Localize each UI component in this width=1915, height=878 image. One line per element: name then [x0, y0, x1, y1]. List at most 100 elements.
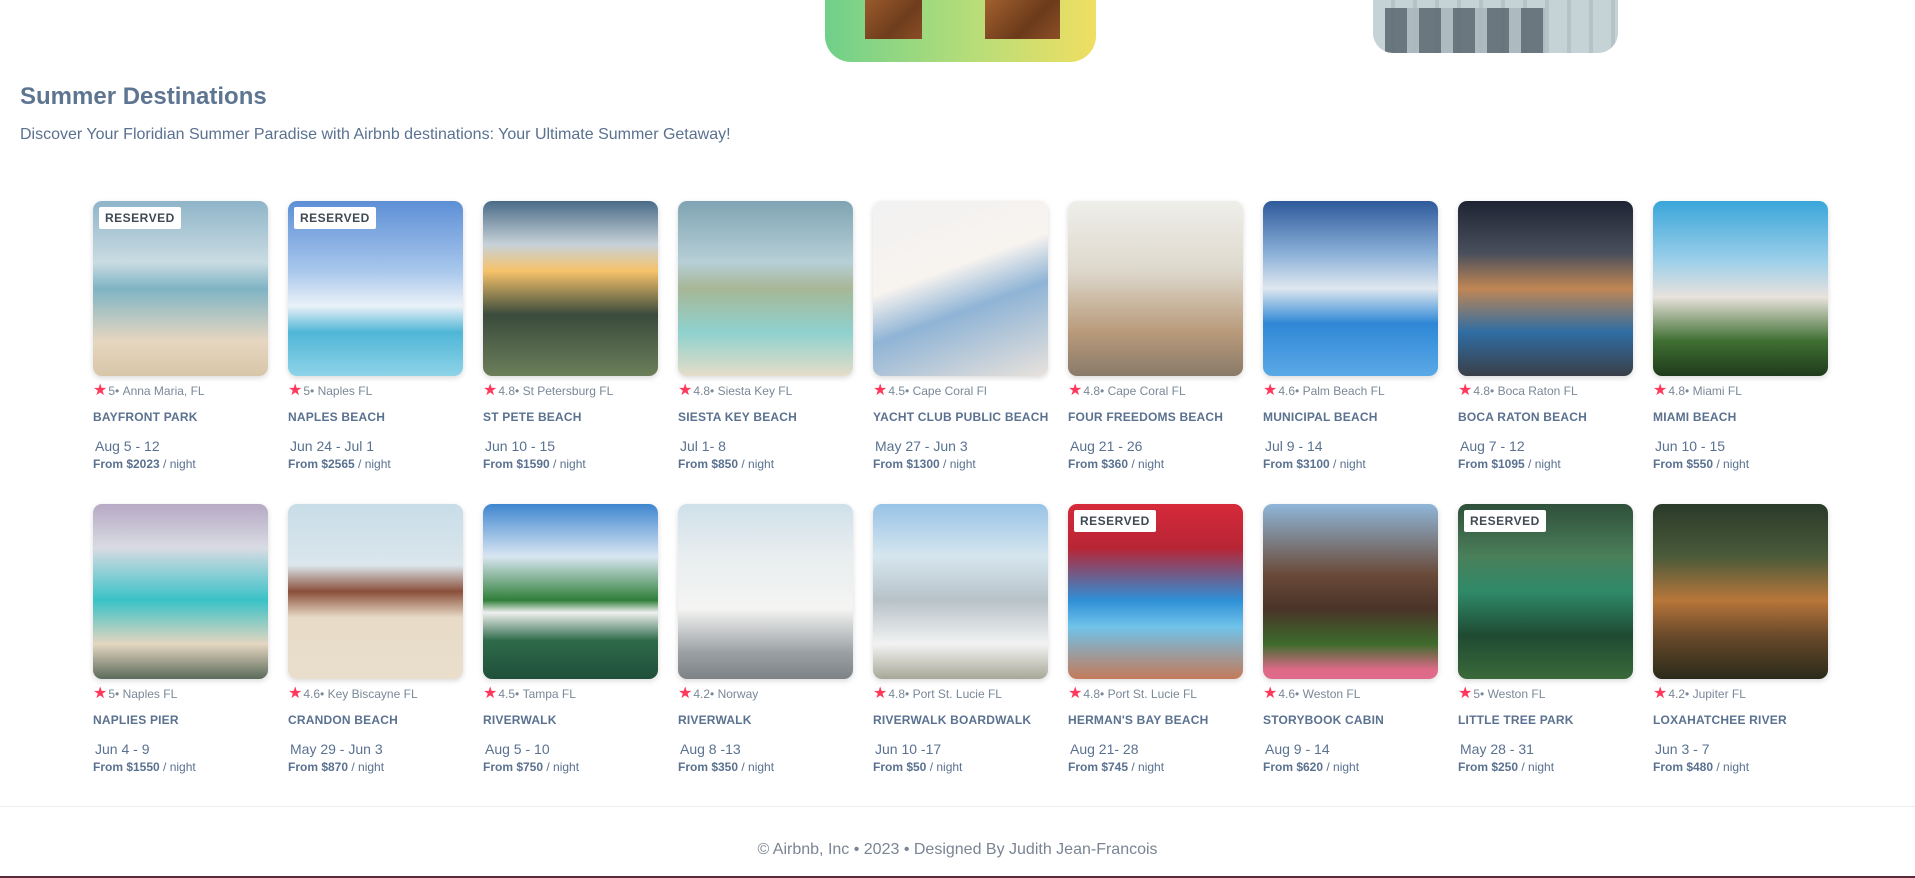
listing-photo[interactable] [1458, 201, 1633, 376]
listing-photo[interactable] [678, 201, 853, 376]
listing-name[interactable]: NAPLIES PIER [93, 713, 268, 727]
featured-image-partial[interactable] [1373, 0, 1618, 53]
listing-meta: ★ 4.5• Cape Coral Fl [873, 383, 1048, 399]
listing-name[interactable]: LOXAHATCHEE RIVER [1653, 713, 1828, 727]
listing-dates: Jul 9 - 14 [1265, 438, 1323, 454]
star-icon: ★ [1458, 382, 1473, 399]
listing-meta: ★ 4.8• Siesta Key FL [678, 382, 853, 399]
featured-image-partial[interactable] [825, 0, 1096, 62]
listing-meta: ★ 4.8• Cape Coral FL [1068, 383, 1243, 399]
listing-photo[interactable]: RESERVED [1068, 504, 1243, 679]
listing-meta: ★ 4.2• Jupiter FL [1653, 686, 1828, 702]
listing-meta: ★ 5• Naples FL [93, 686, 268, 702]
rating: 4.8• [1083, 384, 1105, 398]
listing-card[interactable]: ★ 4.6• Weston FL STORYBOOK CABIN Aug 9 - … [1263, 504, 1438, 774]
listing-card[interactable]: ★ 4.8• Port St. Lucie FL RIVERWALK BOARDW… [873, 504, 1048, 774]
listing-price: From $745 / night [1068, 760, 1165, 774]
star-icon: ★ [1263, 382, 1278, 399]
listing-price: From $1590 / night [483, 457, 586, 471]
listing-price: From $550 / night [1653, 457, 1750, 471]
listing-price: From $350 / night [678, 760, 775, 774]
listing-photo[interactable] [1068, 201, 1243, 376]
listing-card[interactable]: RESERVED ★ 4.8• Port St. Lucie FL HERMAN'… [1068, 504, 1243, 774]
listing-name[interactable]: RIVERWALK [483, 713, 658, 727]
listing-name[interactable]: FOUR FREEDOMS BEACH [1068, 410, 1243, 424]
listing-photo[interactable] [1263, 504, 1438, 679]
star-icon: ★ [1458, 685, 1473, 702]
listing-name[interactable]: STORYBOOK CABIN [1263, 713, 1438, 727]
location: Siesta Key FL [717, 384, 793, 398]
listing-price: From $480 / night [1653, 760, 1750, 774]
location: Tampa FL [522, 687, 576, 701]
listing-photo[interactable] [678, 504, 853, 679]
location: Palm Beach FL [1302, 384, 1385, 398]
listing-card[interactable]: ★ 4.8• Boca Raton FL BOCA RATON BEACH Aug… [1458, 201, 1633, 471]
listing-name[interactable]: ST PETE BEACH [483, 410, 658, 424]
listing-card[interactable]: ★ 4.8• Siesta Key FL SIESTA KEY BEACH Jul… [678, 201, 853, 471]
listing-photo[interactable] [1653, 201, 1828, 376]
listing-card[interactable]: ★ 4.6• Key Biscayne FL CRANDON BEACH May … [288, 504, 463, 774]
listing-photo[interactable] [873, 504, 1048, 679]
listing-card[interactable]: ★ 4.2• Norway RIVERWALK Aug 8 -13 From $3… [678, 504, 853, 774]
listing-photo[interactable]: RESERVED [288, 201, 463, 376]
listing-name[interactable]: CRANDON BEACH [288, 713, 463, 727]
location: Port St. Lucie FL [912, 687, 1002, 701]
listing-dates: Jun 10 -17 [875, 741, 942, 757]
reserved-badge: RESERVED [294, 207, 376, 229]
listing-photo[interactable] [93, 504, 268, 679]
listing-price: From $1095 / night [1458, 457, 1561, 471]
listing-dates: Jun 24 - Jul 1 [290, 438, 375, 454]
location: Port St. Lucie FL [1107, 687, 1197, 701]
star-icon: ★ [678, 382, 693, 399]
listing-name[interactable]: RIVERWALK BOARDWALK [873, 713, 1048, 727]
listing-name[interactable]: MIAMI BEACH [1653, 410, 1828, 424]
listing-card[interactable]: ★ 4.5• Cape Coral Fl YACHT CLUB PUBLIC BE… [873, 201, 1048, 471]
listing-photo[interactable] [1263, 201, 1438, 376]
listing-dates: Aug 7 - 12 [1460, 438, 1525, 454]
listing-card[interactable]: ★ 4.8• St Petersburg FL ST PETE BEACH Jun… [483, 201, 658, 471]
listing-photo[interactable]: RESERVED [1458, 504, 1633, 679]
listing-name[interactable]: NAPLES BEACH [288, 410, 463, 424]
listing-name[interactable]: RIVERWALK [678, 713, 853, 727]
rating: 4.5• [888, 384, 910, 398]
listing-meta: ★ 4.6• Key Biscayne FL [288, 686, 463, 702]
listing-meta: ★ 4.8• Port St. Lucie FL [873, 686, 1048, 702]
star-icon: ★ [288, 382, 303, 399]
listing-name[interactable]: BAYFRONT PARK [93, 410, 268, 424]
listing-card[interactable]: ★ 4.6• Palm Beach FL MUNICIPAL BEACH Jul … [1263, 201, 1438, 471]
listing-dates: May 27 - Jun 3 [875, 438, 968, 454]
listing-name[interactable]: BOCA RATON BEACH [1458, 410, 1633, 424]
listing-dates: Aug 21- 28 [1070, 741, 1139, 757]
location: Boca Raton FL [1497, 384, 1578, 398]
rating: 4.8• [888, 687, 910, 701]
listing-photo[interactable]: RESERVED [93, 201, 268, 376]
listing-photo[interactable] [1653, 504, 1828, 679]
listing-dates: Jul 1- 8 [680, 438, 726, 454]
listing-photo[interactable] [483, 201, 658, 376]
listing-price: From $850 / night [678, 457, 775, 471]
listing-name[interactable]: LITTLE TREE PARK [1458, 713, 1633, 727]
listing-name[interactable]: SIESTA KEY BEACH [678, 410, 853, 424]
listing-card[interactable]: RESERVED ★ 5• Weston FL LITTLE TREE PARK … [1458, 504, 1633, 774]
listing-price: From $1550 / night [93, 760, 196, 774]
listing-dates: Jun 10 - 15 [485, 438, 556, 454]
listing-card[interactable]: RESERVED ★ 5• Anna Maria, FL BAYFRONT PAR… [93, 201, 268, 471]
listing-meta: ★ 4.8• Port St. Lucie FL [1068, 686, 1243, 702]
listing-card[interactable]: ★ 4.8• Miami FL MIAMI BEACH Jun 10 - 15 F… [1653, 201, 1828, 471]
star-icon: ★ [483, 685, 498, 702]
listing-card[interactable]: ★ 5• Naples FL NAPLIES PIER Jun 4 - 9 Fro… [93, 504, 268, 774]
listing-card[interactable]: RESERVED ★ 5• Naples FL NAPLES BEACH Jun … [288, 201, 463, 471]
listing-photo[interactable] [873, 201, 1048, 376]
listing-name[interactable]: MUNICIPAL BEACH [1263, 410, 1438, 424]
listing-price: From $1300 / night [873, 457, 976, 471]
listing-photo[interactable] [288, 504, 463, 679]
footer-divider [0, 806, 1915, 807]
listing-card[interactable]: ★ 4.5• Tampa FL RIVERWALK Aug 5 - 10 From… [483, 504, 658, 774]
listing-photo[interactable] [483, 504, 658, 679]
listing-card[interactable]: ★ 4.2• Jupiter FL LOXAHATCHEE RIVER Jun 3… [1653, 504, 1828, 774]
listing-name[interactable]: HERMAN'S BAY BEACH [1068, 713, 1243, 727]
listings-grid: RESERVED ★ 5• Anna Maria, FL BAYFRONT PAR… [93, 201, 1828, 774]
section-subtitle: Discover Your Floridian Summer Paradise … [20, 126, 731, 143]
listing-name[interactable]: YACHT CLUB PUBLIC BEACH [873, 410, 1048, 424]
listing-card[interactable]: ★ 4.8• Cape Coral FL FOUR FREEDOMS BEACH … [1068, 201, 1243, 471]
